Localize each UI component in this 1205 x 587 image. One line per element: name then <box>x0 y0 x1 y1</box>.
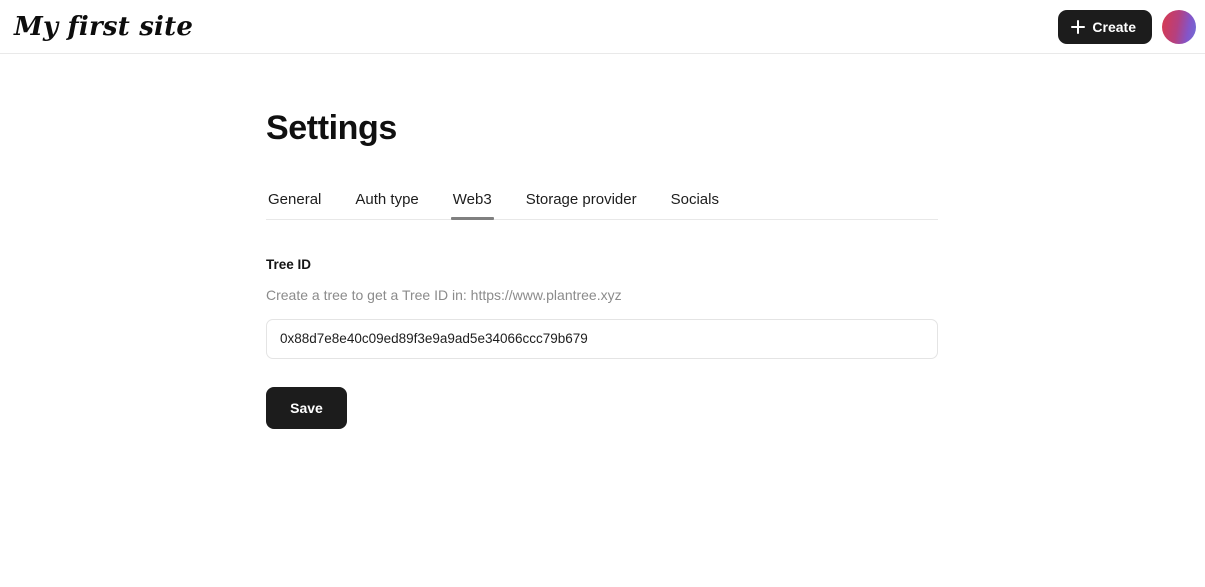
header-actions: Create <box>1058 9 1196 44</box>
tab-storage-provider[interactable]: Storage provider <box>524 191 639 219</box>
tab-web3[interactable]: Web3 <box>450 191 494 220</box>
tab-general[interactable]: General <box>266 191 323 219</box>
tree-id-field-group: Tree ID Create a tree to get a Tree ID i… <box>266 257 938 359</box>
tab-socials[interactable]: Socials <box>669 191 721 219</box>
save-button[interactable]: Save <box>266 386 347 429</box>
page-title: Settings <box>266 109 397 147</box>
site-title: My first site <box>14 11 194 42</box>
avatar[interactable] <box>1162 9 1196 44</box>
tab-auth-type[interactable]: Auth type <box>353 191 420 219</box>
tree-id-label: Tree ID <box>266 257 312 273</box>
tree-id-help-text: Create a tree to get a Tree ID in: https… <box>266 287 622 304</box>
tree-id-input[interactable] <box>266 318 938 359</box>
site-header: My first site Create <box>0 0 1205 54</box>
create-button-label: Create <box>1092 18 1136 35</box>
settings-panel: Settings General Auth type Web3 Storage … <box>266 54 938 429</box>
settings-tabs: General Auth type Web3 Storage provider … <box>266 191 938 221</box>
create-button[interactable]: Create <box>1058 9 1152 44</box>
plus-icon <box>1071 19 1086 34</box>
main-content: Settings General Auth type Web3 Storage … <box>0 54 1205 429</box>
